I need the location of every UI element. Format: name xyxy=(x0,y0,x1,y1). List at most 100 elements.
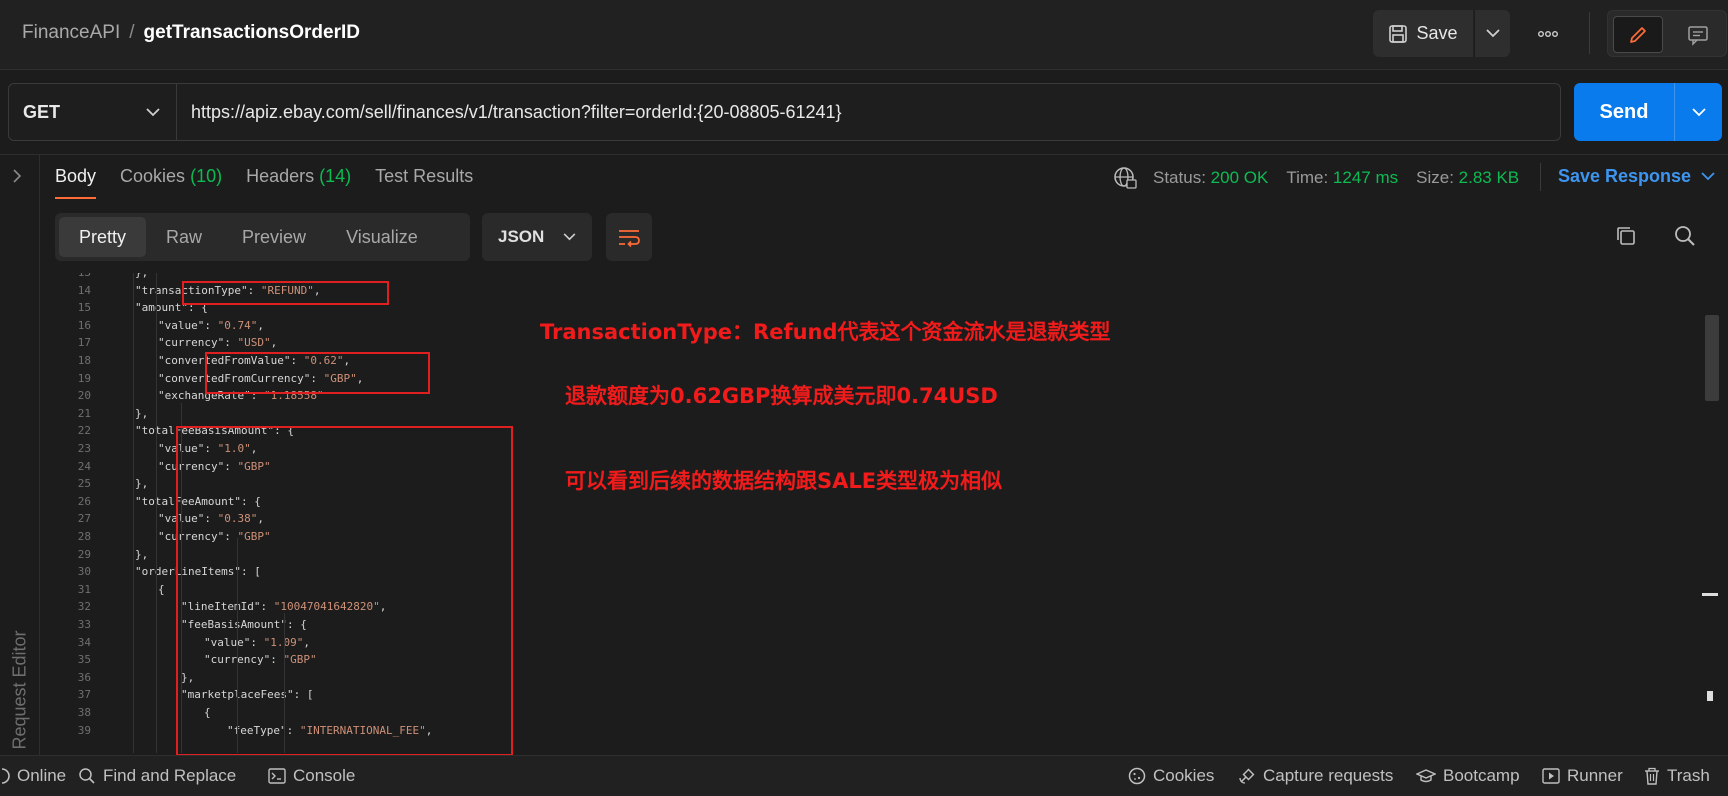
request-name[interactable]: getTransactionsOrderID xyxy=(144,22,360,44)
trash-label: Trash xyxy=(1667,766,1710,785)
find-replace-label: Find and Replace xyxy=(103,766,237,785)
scrollbar-marker xyxy=(1707,691,1713,701)
capture-requests-label: Capture requests xyxy=(1263,766,1394,785)
save-group: Save xyxy=(1373,10,1510,57)
tab-body[interactable]: Body xyxy=(55,166,97,199)
response-meta: Status: 200 OK Time: 1247 ms Size: 2.83 … xyxy=(1113,166,1519,190)
status-bar: Online Find and Replace Console Cookies … xyxy=(0,755,1728,796)
line-number: 24 xyxy=(77,459,91,473)
tab-headers[interactable]: Headers (14) xyxy=(246,166,351,199)
ellipsis-icon xyxy=(1538,30,1558,38)
line-number: 39 xyxy=(77,723,91,737)
save-options-button[interactable] xyxy=(1474,10,1510,57)
line-number: 21 xyxy=(77,406,91,420)
time-value[interactable]: 1247 ms xyxy=(1333,168,1398,188)
indent-guide xyxy=(133,273,134,753)
search-icon xyxy=(78,767,96,785)
tab-test-results-label: Test Results xyxy=(375,166,474,186)
format-select[interactable]: JSON xyxy=(482,213,592,261)
chevron-down-icon xyxy=(1485,29,1500,38)
cookies-label: Cookies xyxy=(1153,766,1215,785)
trash-icon xyxy=(1644,767,1660,785)
online-icon xyxy=(0,767,10,785)
line-number: 13 xyxy=(41,273,91,282)
trash-button[interactable]: Trash xyxy=(1644,766,1710,786)
code-text: "value": "0.74", xyxy=(158,318,264,332)
chevron-down-icon xyxy=(1691,107,1706,117)
line-number: 19 xyxy=(77,371,91,385)
highlight-transaction-type xyxy=(182,281,389,305)
bootcamp-label: Bootcamp xyxy=(1443,766,1520,785)
save-label: Save xyxy=(1416,23,1458,43)
code-text: }, xyxy=(135,406,149,420)
highlight-fee-structure xyxy=(176,426,513,756)
capture-requests-button[interactable]: Capture requests xyxy=(1238,766,1393,786)
line-number: 36 xyxy=(77,670,91,684)
line-number: 27 xyxy=(77,512,91,526)
method-label: GET xyxy=(23,101,61,122)
line-number: 35 xyxy=(77,653,91,667)
time-label: Time: xyxy=(1286,168,1329,187)
send-button[interactable]: Send xyxy=(1574,83,1674,141)
code-text: }, xyxy=(135,477,149,491)
comment-icon xyxy=(1687,24,1709,46)
line-number: 34 xyxy=(77,635,91,649)
globe-icon[interactable] xyxy=(1113,166,1137,190)
size-value[interactable]: 2.83 KB xyxy=(1459,168,1520,188)
header-divider xyxy=(1589,12,1590,54)
view-pretty[interactable]: Pretty xyxy=(59,217,147,257)
breadcrumb-separator: / xyxy=(129,22,135,43)
method-select[interactable]: GET xyxy=(9,84,177,140)
save-button[interactable]: Save xyxy=(1373,10,1473,57)
send-group: Send xyxy=(1574,83,1722,141)
tab-test-results[interactable]: Test Results xyxy=(375,166,473,199)
comments-button[interactable] xyxy=(1673,16,1723,53)
line-number: 32 xyxy=(77,600,91,614)
line-number: 23 xyxy=(77,442,91,455)
url-input[interactable] xyxy=(177,84,1560,140)
view-visualize[interactable]: Visualize xyxy=(326,217,438,257)
chevron-down-icon xyxy=(1701,172,1715,181)
indent-guide xyxy=(156,273,157,753)
format-label: JSON xyxy=(498,227,545,246)
code-text: "currency": "USD", xyxy=(158,336,278,350)
code-scrollbar[interactable] xyxy=(1700,273,1720,753)
search-icon[interactable] xyxy=(1673,224,1697,248)
send-options-button[interactable] xyxy=(1674,83,1722,141)
more-options-button[interactable] xyxy=(1530,20,1566,48)
code-text: { xyxy=(158,582,165,596)
cookie-icon xyxy=(1128,767,1146,785)
cookies-button[interactable]: Cookies xyxy=(1128,766,1214,786)
line-number: 16 xyxy=(77,318,91,332)
runner-button[interactable]: Runner xyxy=(1542,766,1623,786)
copy-icon[interactable] xyxy=(1614,224,1638,248)
online-status[interactable]: Online xyxy=(0,766,66,786)
editor-mode-group xyxy=(1607,10,1727,57)
pencil-icon xyxy=(1627,24,1649,46)
line-number: 15 xyxy=(77,301,91,315)
tab-cookies[interactable]: Cookies (10) xyxy=(120,166,222,199)
edit-mode-button[interactable] xyxy=(1613,16,1663,53)
find-replace-button[interactable]: Find and Replace xyxy=(78,766,236,786)
play-icon xyxy=(1542,768,1560,784)
breadcrumb: FinanceAPI / getTransactionsOrderID xyxy=(22,22,360,44)
headers-count: (14) xyxy=(319,166,352,186)
line-number: 30 xyxy=(77,565,91,579)
chevron-right-icon[interactable] xyxy=(12,169,22,183)
line-number: 38 xyxy=(77,706,91,719)
breadcrumb-collection[interactable]: FinanceAPI xyxy=(22,22,120,44)
view-preview[interactable]: Preview xyxy=(222,217,326,257)
status-value[interactable]: 200 OK xyxy=(1211,168,1269,188)
save-response-button[interactable]: Save Response xyxy=(1558,166,1715,187)
view-raw[interactable]: Raw xyxy=(146,217,222,257)
console-button[interactable]: Console xyxy=(268,766,355,786)
bootcamp-button[interactable]: Bootcamp xyxy=(1416,766,1520,786)
request-editor-label[interactable]: Request Editor xyxy=(10,630,31,749)
response-tabs: Body Cookies (10) Headers (14) Test Resu… xyxy=(55,166,473,199)
annotation-refund-amount: 退款额度为0.62GBP换算成美元即0.74USD xyxy=(565,384,998,408)
wrap-lines-button[interactable] xyxy=(606,213,652,261)
chevron-down-icon xyxy=(146,107,160,117)
scrollbar-thumb[interactable] xyxy=(1705,315,1719,401)
save-response-label: Save Response xyxy=(1558,166,1692,186)
response-divider xyxy=(1540,163,1541,191)
